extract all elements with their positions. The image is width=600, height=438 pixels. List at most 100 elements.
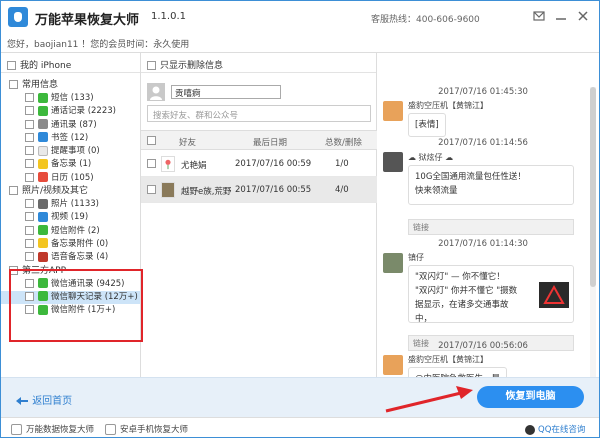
last-date: 2017/07/16 00:55 [235,185,312,195]
row-checkbox[interactable] [147,159,156,168]
item-label: 日历 (105) [51,172,94,183]
filter-row[interactable]: 只显示删除信息 [141,53,376,73]
message-time: 2017/07/16 01:14:30 [438,239,528,249]
message-count: 4/0 [335,185,349,195]
message-text: 据显示，在诸多交通事故中， [415,300,509,324]
category-checkbox[interactable] [9,80,18,89]
back-home-label: 返回首页 [32,396,73,407]
item-checkbox[interactable] [25,132,34,142]
table-row[interactable]: 尤艳娟 2017/07/16 00:59 1/0 [141,151,377,177]
device-checkbox[interactable] [7,61,16,70]
contacts-icon [38,119,48,130]
back-home-button[interactable]: 返回首页 [15,392,72,407]
feedback-icon[interactable] [532,9,546,23]
item-label: 语音备忘录 (4) [51,252,109,263]
item-checkbox[interactable] [25,199,34,209]
footer-label: 安卓手机恢复大师 [120,425,189,435]
category-checkbox[interactable] [9,186,18,196]
video-icon [38,211,48,222]
data-recovery-link[interactable]: 万能数据恢复大师 [11,423,94,435]
column-last-date[interactable]: 最后日期 [253,136,287,148]
app-window: 万能苹果恢复大师 1.1.0.1 客服热线：400-606-9600 您好，ba… [0,0,600,438]
item-checkbox[interactable] [25,93,34,102]
annotation-highlight-box [9,269,143,342]
item-checkbox[interactable] [25,172,34,182]
list-item-calendar[interactable]: 日历 (105) [1,172,140,185]
item-label: 书签 (12) [51,132,89,143]
row-checkbox[interactable] [147,185,156,194]
category-label: 常用信息 [22,80,59,90]
table-header: 好友 最后日期 总数/删除 [141,130,377,150]
notes-icon [38,158,48,169]
android-recovery-link[interactable]: 安卓手机恢复大师 [105,423,188,435]
item-checkbox[interactable] [25,106,34,116]
select-all-checkbox[interactable] [147,136,156,145]
table-row[interactable]: 越野e族,荒野 2017/07/16 00:55 4/0 [141,177,377,203]
item-checkbox[interactable] [25,159,34,169]
item-label: 备忘录附件 (0) [51,238,109,249]
link-label[interactable]: 链接 [408,219,574,235]
list-item-contacts[interactable]: 通讯录 (87) [1,119,140,132]
photo-icon [38,198,48,209]
list-item-sms[interactable]: 短信 (133) [1,92,140,105]
column-friend[interactable]: 好友 [179,136,196,148]
message-count: 1/0 [335,159,349,169]
article-thumbnail [539,282,569,308]
list-item-bookmarks[interactable]: 书签 (12) [1,132,140,145]
category-common[interactable]: 常用信息 [1,79,140,92]
deleted-only-checkbox[interactable] [147,61,156,70]
list-item-photos[interactable]: 照片 (1133) [1,198,140,211]
category-label: 照片/视频及其它 [22,186,89,197]
chat-panel: 2017/07/16 01:45:30 盛豹空压机【黄锦江】 [表情] 2017… [378,53,588,377]
bookmark-icon [38,132,48,143]
sender-avatar [383,101,403,121]
qq-label: QQ在线咨询 [538,425,586,435]
list-item-voice-memos[interactable]: 语音备忘录 (4) [1,251,140,264]
category-media[interactable]: 照片/视频及其它 [1,185,140,198]
sender-name: 盛豹空压机【黄锦江】 [408,355,488,364]
minimize-icon[interactable] [554,9,568,23]
item-checkbox[interactable] [25,225,34,235]
calendar-icon [38,172,48,183]
item-label: 通话记录 (2223) [51,106,116,117]
item-checkbox[interactable] [25,146,34,156]
sender-name: ☁ 狱炫仔 ☁ [408,153,454,162]
qq-support-link[interactable]: QQ在线咨询 [525,423,585,435]
sender-avatar [383,152,403,172]
list-item-videos[interactable]: 视频 (19) [1,211,140,224]
recover-to-computer-button[interactable]: 恢复到电脑 [477,386,584,408]
close-icon[interactable] [576,9,590,23]
contact-panel: 只显示删除信息 贡嘻痾 搜索好友、群和公众号 好友 最后日期 总数/删除 尤艳娟… [141,53,377,377]
contact-name: 越野e族,荒野 [181,187,232,197]
item-checkbox[interactable] [25,119,34,129]
item-label: 照片 (1133) [51,199,99,210]
apple-logo-icon [8,7,28,27]
item-checkbox[interactable] [25,252,34,262]
account-select[interactable]: 贡嘻痾 [171,85,281,99]
search-input[interactable]: 搜索好友、群和公众号 [147,105,371,122]
list-item-notes[interactable]: 备忘录 (1) [1,158,140,171]
list-item-reminders[interactable]: 提醒事项 (0) [1,145,140,158]
message-bubble: @中医院急救医生，是 [408,367,508,377]
sender-avatar [383,355,403,375]
list-item-sms-attachments[interactable]: 短信附件 (2) [1,225,140,238]
app-title: 万能苹果恢复大师 [35,13,140,28]
item-checkbox[interactable] [25,238,34,248]
item-label: 短信附件 (2) [51,225,100,236]
list-item-calls[interactable]: 通话记录 (2223) [1,105,140,118]
footer-bar: 万能数据恢复大师 安卓手机恢复大师 QQ在线咨询 [1,417,599,437]
list-item-note-attachments[interactable]: 备忘录附件 (0) [1,238,140,251]
device-header[interactable]: 我的 iPhone [1,53,140,73]
message-bubble: 10G全国通用流量包任性送！ 快来领流量 [408,165,574,205]
message-bubble: [表情] [408,113,446,137]
last-date: 2017/07/16 00:59 [235,159,312,169]
item-label: 提醒事项 (0) [51,146,100,157]
deleted-only-label: 只显示删除信息 [160,61,224,71]
message-text: 10G全国通用流量包任性送！ [415,172,526,182]
chat-scrollbar-thumb[interactable] [590,87,596,287]
contact-avatar [161,156,175,172]
title-bar: 万能苹果恢复大师 1.1.0.1 客服热线：400-606-9600 [1,1,599,33]
item-label: 视频 (19) [51,212,89,223]
column-count[interactable]: 总数/删除 [325,136,362,148]
item-checkbox[interactable] [25,212,34,222]
